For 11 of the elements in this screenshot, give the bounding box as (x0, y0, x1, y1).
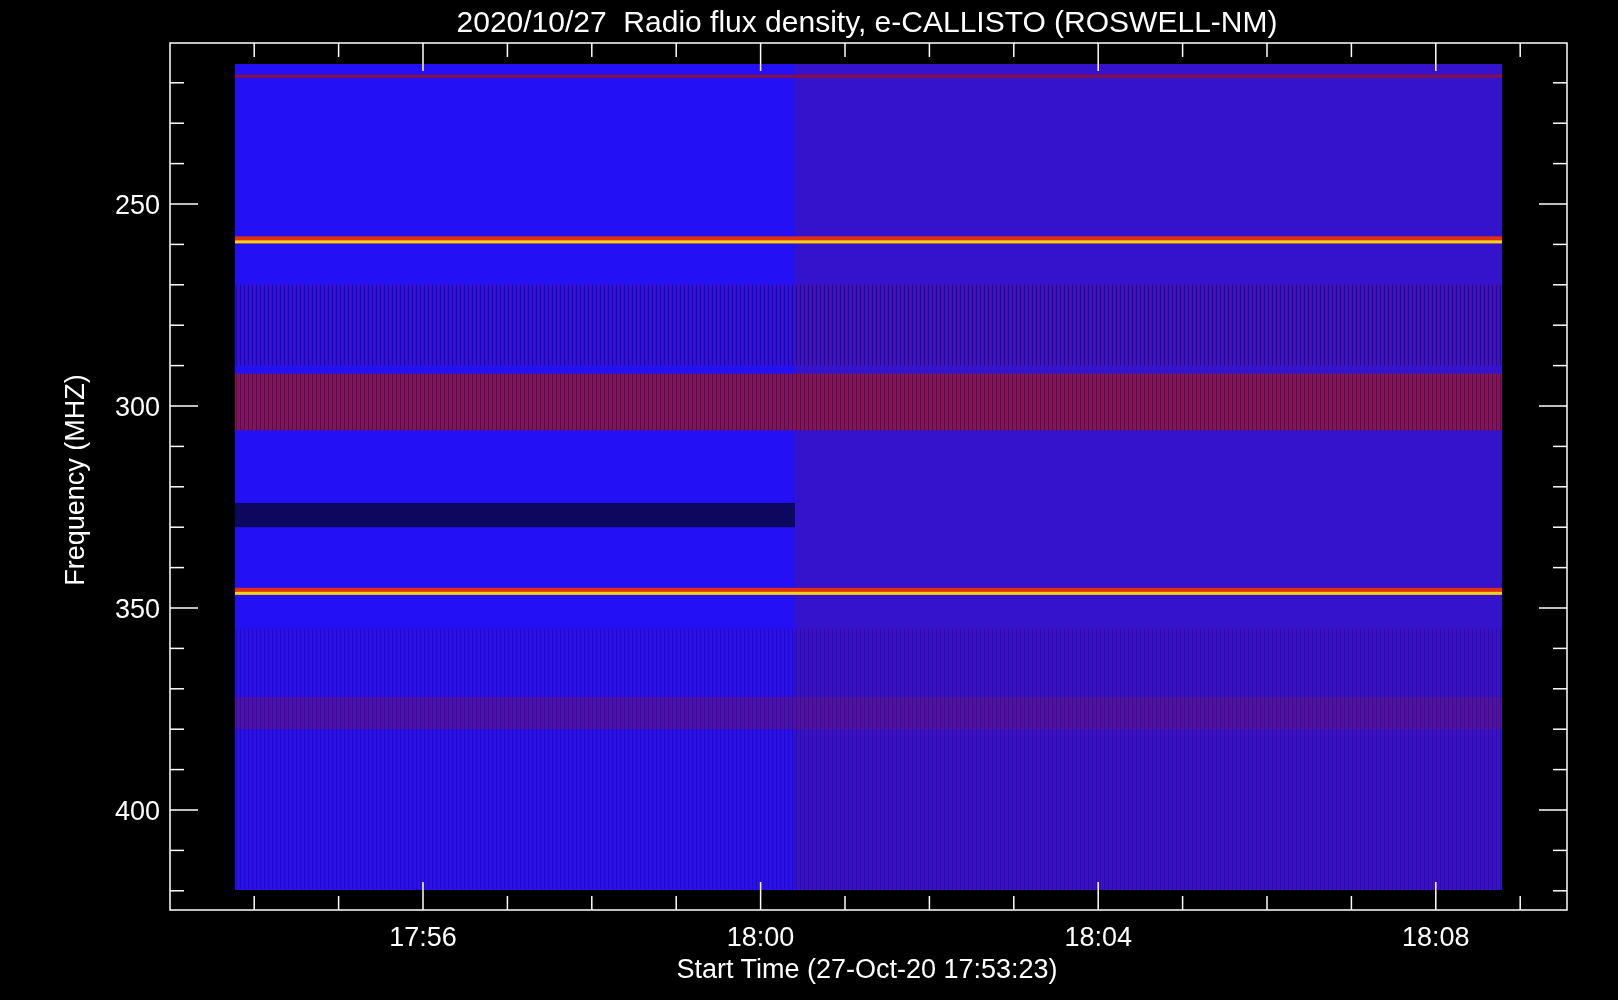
x-tick-label: 17:56 (389, 922, 457, 952)
x-tick-label: 18:04 (1064, 922, 1132, 952)
y-tick-label: 350 (114, 594, 160, 624)
y-tick-label: 250 (114, 190, 160, 220)
y-tick-label: 300 (114, 392, 160, 422)
x-tick-label: 18:08 (1402, 922, 1470, 952)
x-tick-label: 18:00 (726, 922, 795, 952)
x-axis-label: Start Time (27-Oct-20 17:53:23) (676, 954, 1058, 984)
chart-title: 2020/10/27 Radio flux density, e-CALLISTO (ROSWELL-NM) (456, 5, 1278, 38)
y-axis-label: Frequency (MHZ) (60, 374, 90, 586)
y-tick-label: 400 (114, 796, 160, 826)
